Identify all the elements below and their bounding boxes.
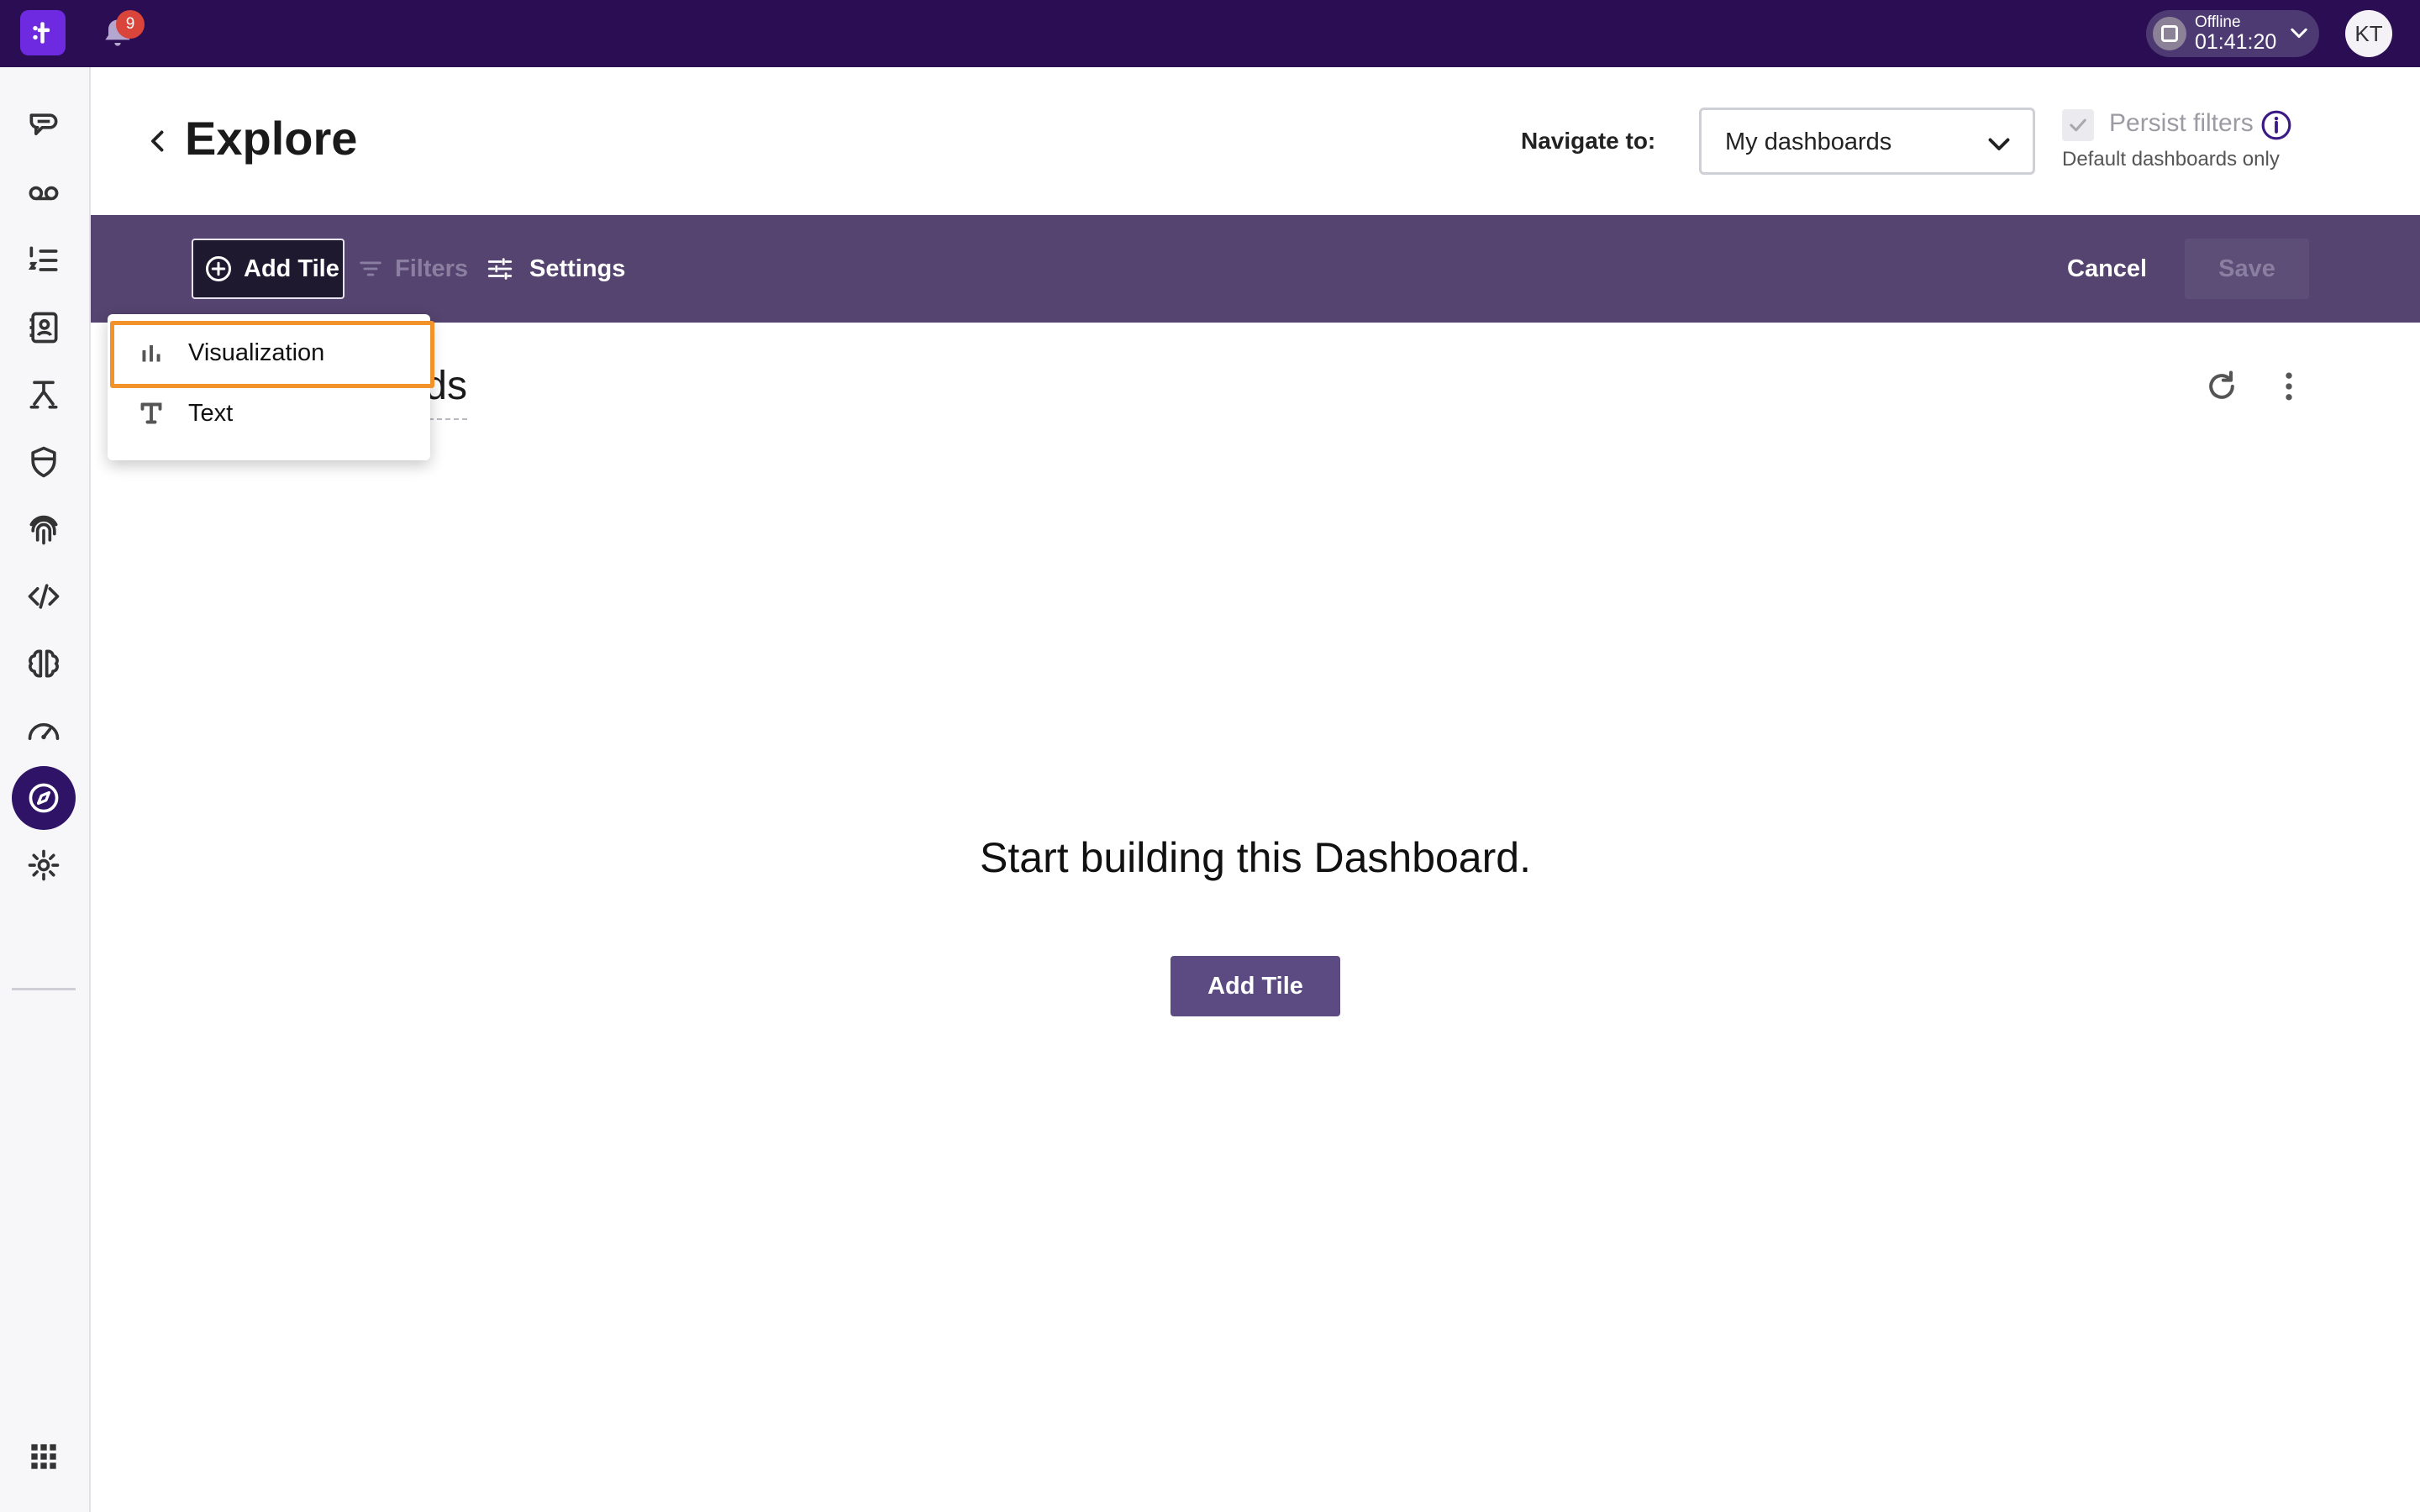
- settings-label: Settings: [529, 255, 626, 282]
- sidebar-item-flows[interactable]: [12, 363, 76, 427]
- fingerprint-icon: [29, 515, 58, 545]
- persist-filters-subtext: Default dashboards only: [2062, 148, 2280, 171]
- agent-status-selector[interactable]: Offline 01:41:20: [2146, 10, 2319, 57]
- compass-icon: [29, 783, 59, 813]
- sidebar-item-apps[interactable]: [12, 1425, 76, 1488]
- empty-state-add-tile-button[interactable]: Add Tile: [1171, 956, 1340, 1016]
- filter-lines-icon: [360, 261, 381, 276]
- filters-label: Filters: [395, 255, 469, 282]
- sidebar-item-performance[interactable]: [12, 699, 76, 763]
- back-button[interactable]: [139, 123, 176, 160]
- chevron-down-icon: [1988, 138, 2010, 150]
- settings-button[interactable]: Settings: [486, 247, 625, 291]
- sidebar-item-security[interactable]: [12, 430, 76, 494]
- top-bar: 9 Offline 01:41:20 KT: [0, 0, 2420, 67]
- sidebar-item-queues[interactable]: [12, 228, 76, 292]
- sidebar-item-conversations[interactable]: [12, 94, 76, 158]
- save-button[interactable]: Save: [2185, 239, 2309, 299]
- user-avatar[interactable]: KT: [2345, 10, 2392, 57]
- sliders-icon: [487, 258, 513, 280]
- shield-icon: [31, 446, 56, 478]
- page-title: Explore: [185, 112, 358, 165]
- app-logo[interactable]: [20, 10, 66, 55]
- sidebar-divider: [12, 988, 76, 990]
- chevron-left-icon: [151, 130, 164, 152]
- text-format-icon: [140, 402, 162, 424]
- chat-bubble-icon: [29, 113, 58, 135]
- status-indicator-icon: [2153, 17, 2186, 50]
- ai-brain-icon: [29, 649, 59, 678]
- filters-button[interactable]: Filters: [356, 247, 468, 291]
- more-vertical-icon: [2286, 372, 2292, 401]
- navigate-to-value: My dashboards: [1725, 129, 1892, 155]
- settings-gear-icon: [28, 849, 60, 881]
- dashboard-edit-toolbar: Add Tile Filters Settings Cancel Save: [91, 215, 2420, 323]
- navigate-to-label: Navigate to:: [1521, 128, 1656, 154]
- navigate-to-select[interactable]: My dashboards: [1699, 108, 2035, 175]
- sidebar-item-voicemail[interactable]: [12, 161, 76, 225]
- persist-filters-info-button[interactable]: [2260, 109, 2292, 141]
- cancel-button[interactable]: Cancel: [2067, 247, 2147, 291]
- sidebar-item-settings[interactable]: [12, 833, 76, 897]
- chevron-down-icon: [2291, 28, 2307, 39]
- persist-filters-checkbox[interactable]: [2062, 109, 2094, 141]
- code-icon: [28, 584, 60, 609]
- sidebar-item-ai[interactable]: [12, 632, 76, 696]
- flow-routing-icon: [29, 381, 58, 409]
- contacts-book-icon: [29, 312, 58, 344]
- menu-item-text-label: Text: [188, 399, 234, 427]
- add-circle-icon: [206, 256, 231, 281]
- list-numbered-icon: [28, 246, 58, 271]
- status-label: Offline: [2195, 13, 2241, 31]
- status-timer: 01:41:20: [2195, 30, 2277, 54]
- more-options-button[interactable]: [2270, 368, 2307, 405]
- sidebar-item-developer[interactable]: [12, 564, 76, 628]
- sidebar: [0, 67, 91, 1512]
- add-tile-button[interactable]: Add Tile: [192, 239, 345, 299]
- info-icon: [2261, 110, 2291, 140]
- sidebar-item-identity[interactable]: [12, 497, 76, 561]
- add-tile-label: Add Tile: [244, 255, 339, 282]
- refresh-icon: [2209, 370, 2234, 399]
- voicemail-icon: [29, 186, 59, 201]
- apps-grid-icon: [31, 1444, 56, 1469]
- notifications-badge: 9: [116, 10, 145, 39]
- checkmark-icon: [2070, 118, 2086, 132]
- logo-mark-icon: [33, 22, 50, 44]
- empty-state-message: Start building this Dashboard.: [980, 834, 1531, 881]
- persist-filters-label: Persist filters: [2109, 109, 2254, 137]
- sidebar-item-contacts[interactable]: [12, 296, 76, 360]
- sidebar-item-explore[interactable]: [12, 766, 76, 830]
- speedometer-icon: [28, 722, 60, 740]
- selection-highlight: [110, 321, 434, 388]
- menu-item-text[interactable]: Text: [108, 383, 430, 444]
- refresh-button[interactable]: [2203, 368, 2240, 405]
